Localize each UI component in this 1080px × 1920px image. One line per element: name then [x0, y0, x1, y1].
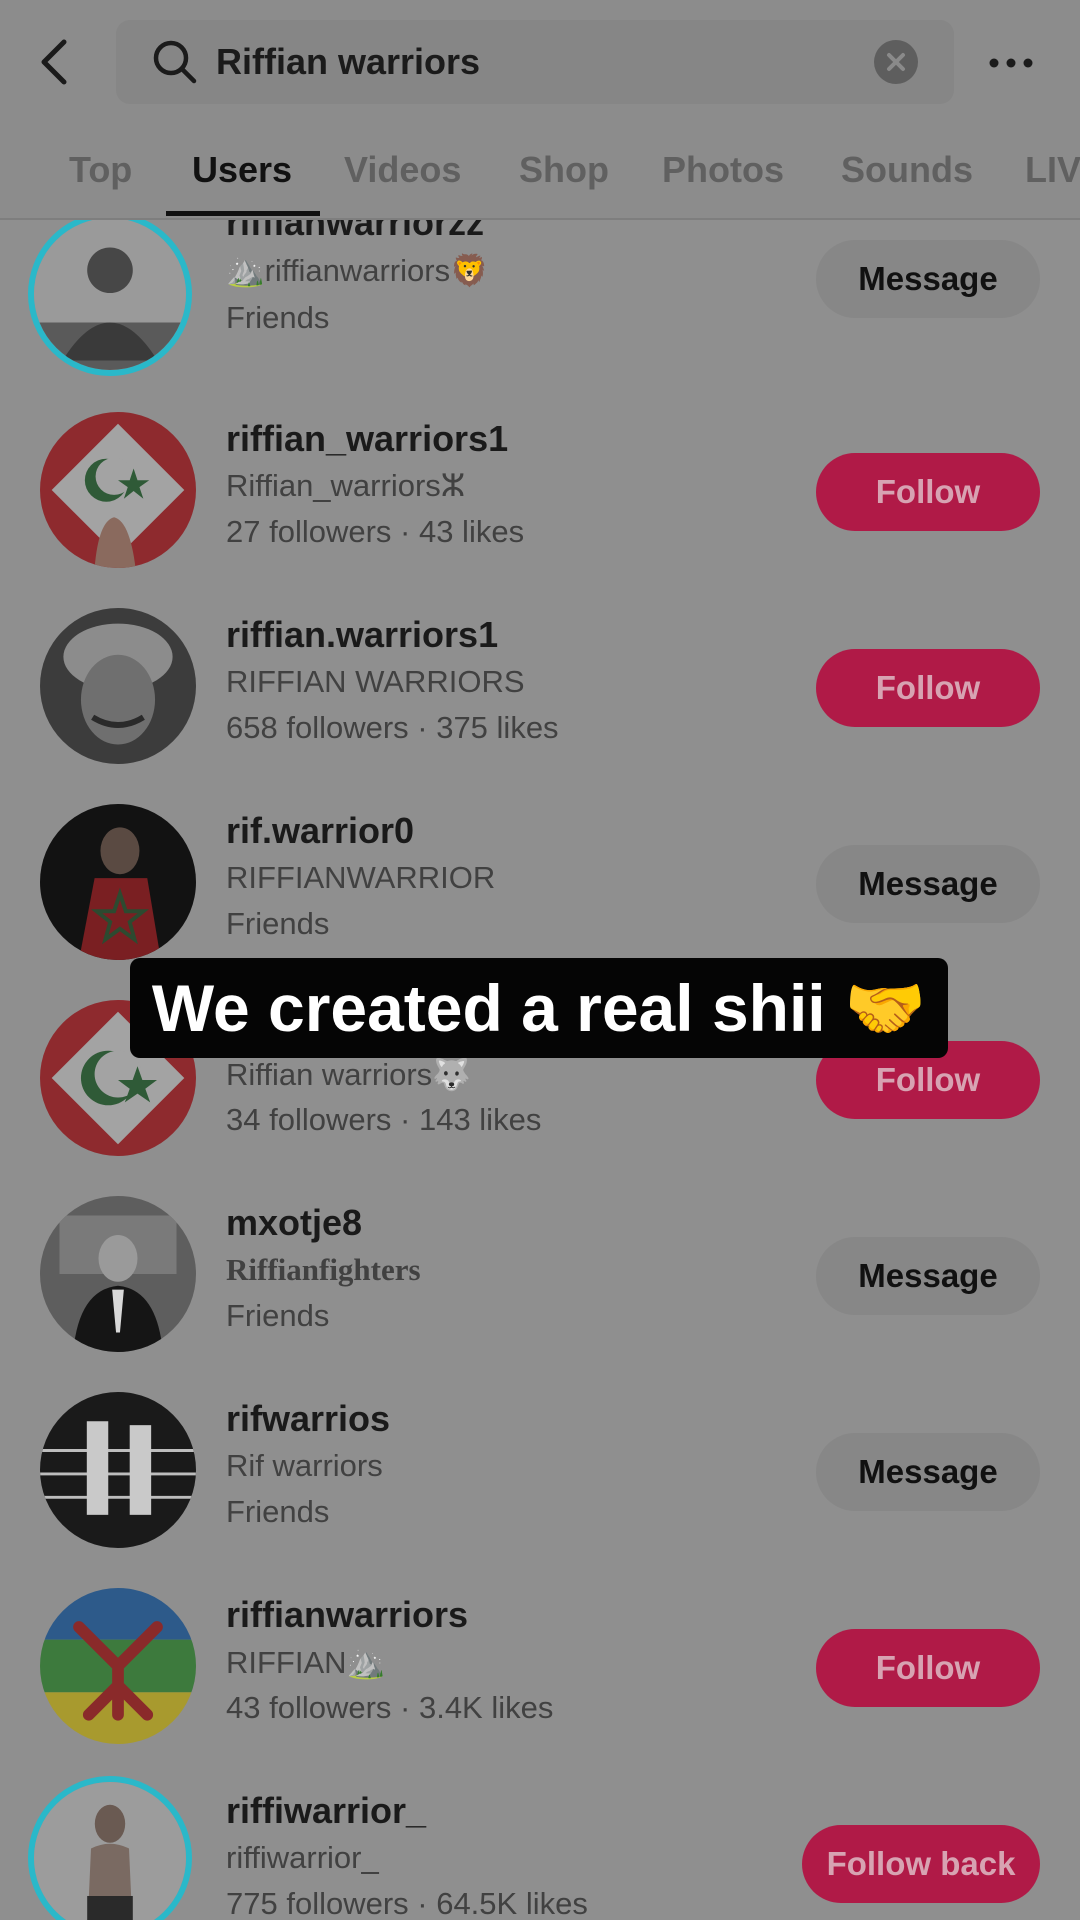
user-row[interactable]: mxotje8 Riffianfighters Friends Message: [0, 1176, 1080, 1372]
username: riffianwarriorzz: [226, 220, 485, 243]
username: riffiwarrior_: [226, 1790, 427, 1831]
user-meta: 775 followers · 64.5K likes: [226, 1886, 588, 1920]
tab-photos[interactable]: Photos: [662, 146, 784, 194]
clear-search-button[interactable]: [874, 40, 918, 84]
user-meta: Friends: [226, 1298, 330, 1333]
avatar[interactable]: [40, 1392, 196, 1548]
back-button[interactable]: [30, 30, 80, 94]
username: riffian_warriors1: [226, 418, 509, 459]
avatar-photo: [40, 608, 196, 764]
avatar[interactable]: [40, 412, 196, 568]
avatar-photo: [40, 1588, 196, 1744]
username: mxotje8: [226, 1202, 363, 1243]
message-button[interactable]: Message: [816, 845, 1040, 923]
avatar-photo: [34, 220, 186, 370]
nickname: RIFFIAN⛰️: [226, 1645, 386, 1680]
tab-sounds[interactable]: Sounds: [841, 146, 973, 194]
nickname: RIFFIANWARRIOR: [226, 860, 496, 895]
avatar[interactable]: [40, 1588, 196, 1744]
username: rifwarrios: [226, 1398, 391, 1439]
avatar[interactable]: [40, 1196, 196, 1352]
user-meta: Friends: [226, 1494, 330, 1529]
avatar[interactable]: [40, 804, 196, 960]
nickname: RIFFIAN WARRIORS: [226, 664, 525, 699]
tab-shop[interactable]: Shop: [519, 146, 609, 194]
avatar-photo: [40, 804, 196, 960]
message-button[interactable]: Message: [816, 1237, 1040, 1315]
tab-live[interactable]: LIV: [1025, 146, 1080, 194]
nickname: ⛰️riffianwarriors🦁: [226, 253, 489, 288]
user-row[interactable]: riffian.warriors1 RIFFIAN WARRIORS 658 f…: [0, 588, 1080, 784]
user-meta: Friends: [226, 906, 330, 941]
search-results-screen: Riffian warriors Top Users Videos Shop P…: [0, 0, 1080, 1920]
nickname: Riffian_warriorsⵣ: [226, 468, 466, 503]
avatar-photo: [40, 1196, 196, 1352]
nickname: Riffianfighters: [226, 1252, 421, 1287]
search-header: Riffian warriors: [0, 0, 1080, 122]
follow-back-button[interactable]: Follow back: [802, 1825, 1040, 1903]
avatar[interactable]: [28, 1776, 192, 1920]
follow-button[interactable]: Follow: [816, 649, 1040, 727]
video-caption: We created a real shii 🤝: [130, 958, 948, 1058]
search-icon: [153, 40, 197, 84]
username: riffian.warriors1: [226, 614, 499, 655]
tab-top[interactable]: Top: [69, 146, 132, 194]
more-options-button[interactable]: [986, 38, 1036, 88]
result-tabs: Top Users Videos Shop Photos Sounds LIV: [0, 122, 1080, 220]
search-input[interactable]: Riffian warriors: [216, 20, 480, 104]
message-button[interactable]: Message: [816, 1433, 1040, 1511]
tab-users[interactable]: Users: [192, 146, 292, 194]
user-meta: 27 followers · 43 likes: [226, 514, 525, 549]
follow-button[interactable]: Follow: [816, 453, 1040, 531]
user-meta: Friends: [226, 300, 330, 335]
nickname: riffiwarrior_: [226, 1840, 379, 1875]
user-meta: 34 followers · 143 likes: [226, 1102, 542, 1137]
search-bar[interactable]: Riffian warriors: [116, 20, 954, 104]
username: rif.warrior0: [226, 810, 415, 851]
avatar-photo: [34, 1782, 186, 1920]
user-row[interactable]: riffianwarriors RIFFIAN⛰️ 43 followers ·…: [0, 1568, 1080, 1764]
message-button[interactable]: Message: [816, 240, 1040, 318]
avatar-photo: [40, 1392, 196, 1548]
user-row[interactable]: riffiwarrior_ riffiwarrior_ 775 follower…: [0, 1764, 1080, 1920]
avatar-photo: [40, 412, 196, 568]
tab-videos[interactable]: Videos: [344, 146, 461, 194]
user-row[interactable]: riffianwarriorzz ⛰️riffianwarriors🦁 Frie…: [0, 220, 1080, 392]
nickname: Rif warriors: [226, 1448, 383, 1483]
user-meta: 43 followers · 3.4K likes: [226, 1690, 554, 1725]
follow-button[interactable]: Follow: [816, 1629, 1040, 1707]
nickname: Riffian warriors🐺: [226, 1057, 471, 1092]
chevron-left-icon: [41, 39, 67, 85]
avatar[interactable]: [40, 608, 196, 764]
user-meta: 658 followers · 375 likes: [226, 710, 559, 745]
clear-icon: [887, 53, 905, 71]
avatar[interactable]: [28, 220, 192, 376]
user-row[interactable]: riffian_warriors1 Riffian_warriorsⵣ 27 f…: [0, 392, 1080, 588]
user-results-list: riffianwarriorzz ⛰️riffianwarriors🦁 Frie…: [0, 220, 1080, 1920]
more-horizontal-icon: [989, 58, 1033, 68]
user-row[interactable]: rif.warrior0 RIFFIANWARRIOR Friends Mess…: [0, 784, 1080, 980]
active-tab-indicator: [166, 211, 320, 216]
username: riffianwarriors: [226, 1594, 469, 1635]
user-row[interactable]: rifwarrios Rif warriors Friends Message: [0, 1372, 1080, 1568]
